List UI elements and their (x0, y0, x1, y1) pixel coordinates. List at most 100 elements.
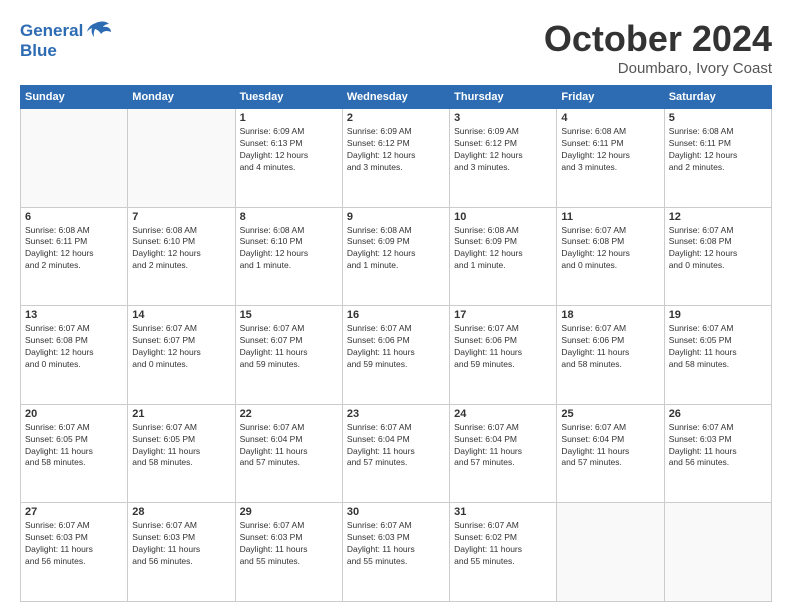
day-number: 5 (669, 112, 767, 124)
day-info: Sunrise: 6:07 AM Sunset: 6:05 PM Dayligh… (669, 323, 767, 371)
day-cell: 22Sunrise: 6:07 AM Sunset: 6:04 PM Dayli… (235, 404, 342, 503)
month-title: October 2024 (544, 18, 772, 60)
day-cell: 23Sunrise: 6:07 AM Sunset: 6:04 PM Dayli… (342, 404, 449, 503)
day-info: Sunrise: 6:07 AM Sunset: 6:05 PM Dayligh… (25, 422, 123, 470)
subtitle: Doumbaro, Ivory Coast (544, 60, 772, 77)
logo-blue: Blue (20, 41, 57, 61)
day-info: Sunrise: 6:07 AM Sunset: 6:04 PM Dayligh… (347, 422, 445, 470)
day-cell: 15 Sunrise: 6:07 AM Sunset: 6:07 PM Dayli… (235, 306, 342, 405)
day-cell: 24Sunrise: 6:07 AM Sunset: 6:04 PM Dayli… (450, 404, 557, 503)
day-number: 12 (669, 211, 767, 223)
day-info: Sunrise: 6:07 AM Sunset: 6:06 PM Dayligh… (561, 323, 659, 371)
day-number: 13 (25, 309, 123, 321)
day-number: 26 (669, 408, 767, 420)
day-info: Sunrise: 6:07 AM Sunset: 6:07 PM Dayligh… (240, 323, 338, 371)
day-number: 27 (25, 506, 123, 518)
day-cell: 11 Sunrise: 6:07 AM Sunset: 6:08 PM Dayli… (557, 207, 664, 306)
page: General Blue October 2024 Doumbaro, Ivor… (0, 0, 792, 612)
day-number: 16 (347, 309, 445, 321)
day-cell: 4Sunrise: 6:08 AM Sunset: 6:11 PM Daylig… (557, 109, 664, 208)
day-info: Sunrise: 6:07 AM Sunset: 6:03 PM Dayligh… (669, 422, 767, 470)
day-cell: 28Sunrise: 6:07 AM Sunset: 6:03 PM Dayli… (128, 503, 235, 602)
day-info: Sunrise: 6:09 AM Sunset: 6:12 PM Dayligh… (454, 126, 552, 174)
logo-general: General (20, 21, 83, 40)
header: General Blue October 2024 Doumbaro, Ivor… (20, 18, 772, 77)
day-info: Sunrise: 6:07 AM Sunset: 6:08 PM Dayligh… (25, 323, 123, 371)
day-cell: 2Sunrise: 6:09 AM Sunset: 6:12 PM Daylig… (342, 109, 449, 208)
day-info: Sunrise: 6:09 AM Sunset: 6:12 PM Dayligh… (347, 126, 445, 174)
day-info: Sunrise: 6:08 AM Sunset: 6:11 PM Dayligh… (669, 126, 767, 174)
day-cell: 9 Sunrise: 6:08 AM Sunset: 6:09 PM Daylig… (342, 207, 449, 306)
logo-text: General (20, 22, 83, 41)
day-number: 6 (25, 211, 123, 223)
day-info: Sunrise: 6:07 AM Sunset: 6:06 PM Dayligh… (454, 323, 552, 371)
day-number: 28 (132, 506, 230, 518)
day-number: 29 (240, 506, 338, 518)
day-number: 1 (240, 112, 338, 124)
day-info: Sunrise: 6:08 AM Sunset: 6:10 PM Dayligh… (240, 225, 338, 273)
day-number: 8 (240, 211, 338, 223)
day-number: 21 (132, 408, 230, 420)
day-number: 11 (561, 211, 659, 223)
day-number: 17 (454, 309, 552, 321)
day-info: Sunrise: 6:07 AM Sunset: 6:02 PM Dayligh… (454, 520, 552, 568)
day-cell: 10Sunrise: 6:08 AM Sunset: 6:09 PM Dayli… (450, 207, 557, 306)
day-info: Sunrise: 6:07 AM Sunset: 6:07 PM Dayligh… (132, 323, 230, 371)
day-info: Sunrise: 6:07 AM Sunset: 6:08 PM Dayligh… (561, 225, 659, 273)
day-number: 22 (240, 408, 338, 420)
day-number: 3 (454, 112, 552, 124)
col-tuesday: Tuesday (235, 86, 342, 109)
day-number: 30 (347, 506, 445, 518)
day-cell: 3 Sunrise: 6:09 AM Sunset: 6:12 PM Daylig… (450, 109, 557, 208)
day-number: 18 (561, 309, 659, 321)
week-row-2: 6 Sunrise: 6:08 AM Sunset: 6:11 PM Daylig… (21, 207, 772, 306)
day-number: 31 (454, 506, 552, 518)
day-info: Sunrise: 6:08 AM Sunset: 6:10 PM Dayligh… (132, 225, 230, 273)
col-sunday: Sunday (21, 86, 128, 109)
day-number: 15 (240, 309, 338, 321)
day-info: Sunrise: 6:07 AM Sunset: 6:03 PM Dayligh… (347, 520, 445, 568)
day-info: Sunrise: 6:07 AM Sunset: 6:06 PM Dayligh… (347, 323, 445, 371)
week-row-5: 27 Sunrise: 6:07 AM Sunset: 6:03 PM Dayli… (21, 503, 772, 602)
day-cell: 26 Sunrise: 6:07 AM Sunset: 6:03 PM Dayli… (664, 404, 771, 503)
day-cell: 6 Sunrise: 6:08 AM Sunset: 6:11 PM Daylig… (21, 207, 128, 306)
day-info: Sunrise: 6:08 AM Sunset: 6:09 PM Dayligh… (347, 225, 445, 273)
day-info: Sunrise: 6:07 AM Sunset: 6:04 PM Dayligh… (561, 422, 659, 470)
logo-bird-icon (85, 18, 113, 45)
day-number: 25 (561, 408, 659, 420)
day-cell: 20 Sunrise: 6:07 AM Sunset: 6:05 PM Dayli… (21, 404, 128, 503)
day-number: 19 (669, 309, 767, 321)
day-cell: 31 Sunrise: 6:07 AM Sunset: 6:02 PM Dayli… (450, 503, 557, 602)
calendar-table: Sunday Monday Tuesday Wednesday Thursday… (20, 85, 772, 602)
col-saturday: Saturday (664, 86, 771, 109)
day-cell: 13 Sunrise: 6:07 AM Sunset: 6:08 PM Dayli… (21, 306, 128, 405)
day-cell: 5 Sunrise: 6:08 AM Sunset: 6:11 PM Daylig… (664, 109, 771, 208)
day-info: Sunrise: 6:07 AM Sunset: 6:03 PM Dayligh… (240, 520, 338, 568)
week-row-4: 20 Sunrise: 6:07 AM Sunset: 6:05 PM Dayli… (21, 404, 772, 503)
day-info: Sunrise: 6:07 AM Sunset: 6:05 PM Dayligh… (132, 422, 230, 470)
day-cell: 29 Sunrise: 6:07 AM Sunset: 6:03 PM Dayli… (235, 503, 342, 602)
day-number: 9 (347, 211, 445, 223)
title-area: October 2024 Doumbaro, Ivory Coast (544, 18, 772, 77)
day-info: Sunrise: 6:08 AM Sunset: 6:11 PM Dayligh… (25, 225, 123, 273)
week-row-3: 13 Sunrise: 6:07 AM Sunset: 6:08 PM Dayli… (21, 306, 772, 405)
day-cell: 12Sunrise: 6:07 AM Sunset: 6:08 PM Dayli… (664, 207, 771, 306)
day-number: 7 (132, 211, 230, 223)
day-number: 20 (25, 408, 123, 420)
day-cell: 21 Sunrise: 6:07 AM Sunset: 6:05 PM Dayli… (128, 404, 235, 503)
day-number: 10 (454, 211, 552, 223)
day-cell: 30 Sunrise: 6:07 AM Sunset: 6:03 PM Dayli… (342, 503, 449, 602)
logo: General Blue (20, 18, 113, 61)
day-number: 14 (132, 309, 230, 321)
day-cell: 7 Sunrise: 6:08 AM Sunset: 6:10 PM Daylig… (128, 207, 235, 306)
day-info: Sunrise: 6:09 AM Sunset: 6:13 PM Dayligh… (240, 126, 338, 174)
day-info: Sunrise: 6:08 AM Sunset: 6:11 PM Dayligh… (561, 126, 659, 174)
day-cell: 25 Sunrise: 6:07 AM Sunset: 6:04 PM Dayli… (557, 404, 664, 503)
col-thursday: Thursday (450, 86, 557, 109)
day-cell (557, 503, 664, 602)
day-cell: 14 Sunrise: 6:07 AM Sunset: 6:07 PM Dayli… (128, 306, 235, 405)
day-cell: 16 Sunrise: 6:07 AM Sunset: 6:06 PM Dayli… (342, 306, 449, 405)
week-row-1: 1 Sunrise: 6:09 AM Sunset: 6:13 PM Daylig… (21, 109, 772, 208)
header-row: Sunday Monday Tuesday Wednesday Thursday… (21, 86, 772, 109)
day-number: 24 (454, 408, 552, 420)
